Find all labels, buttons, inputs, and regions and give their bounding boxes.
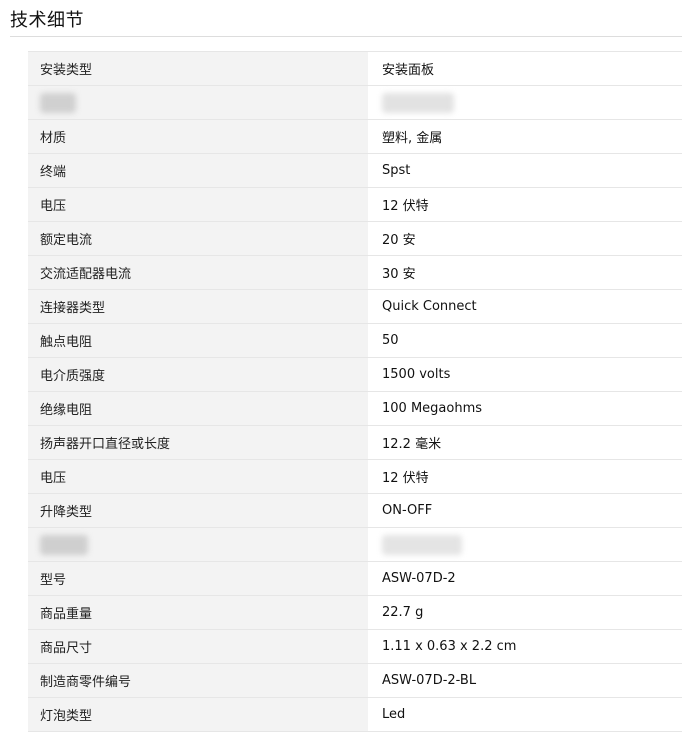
spec-key: 灯泡类型 bbox=[28, 697, 368, 732]
spec-value: 22.7 g bbox=[368, 595, 682, 630]
spec-key: 制造商零件编号 bbox=[28, 663, 368, 698]
spec-row: 电介质强度 1500 volts bbox=[28, 357, 682, 392]
spec-row: 电压 12 伏特 bbox=[28, 187, 682, 222]
spec-key: 绝缘电阻 bbox=[28, 391, 368, 426]
spec-key: 型号 bbox=[28, 561, 368, 596]
spec-value: 12.2 毫米 bbox=[368, 425, 682, 460]
blurred-text bbox=[40, 534, 88, 555]
spec-value: Spst bbox=[368, 153, 682, 188]
spec-value: 12 伏特 bbox=[368, 187, 682, 222]
spec-row: 材质 塑料, 金属 bbox=[28, 119, 682, 154]
blurred-text bbox=[382, 534, 462, 555]
spec-table: 安装类型 安装面板 材质 塑料, 金属 终端 Spst 电压 12 伏特 额定电… bbox=[28, 51, 682, 732]
spec-key: 安装类型 bbox=[28, 51, 368, 86]
spec-key: 触点电阻 bbox=[28, 323, 368, 358]
spec-row: 触点电阻 50 bbox=[28, 323, 682, 358]
spec-key: 商品尺寸 bbox=[28, 629, 368, 664]
section-title: 技术细节 bbox=[10, 10, 84, 31]
spec-value-redacted bbox=[368, 85, 682, 120]
spec-row: 安装类型 安装面板 bbox=[28, 51, 682, 86]
spec-row: 商品尺寸 1.11 x 0.63 x 2.2 cm bbox=[28, 629, 682, 664]
spec-key: 扬声器开口直径或长度 bbox=[28, 425, 368, 460]
spec-row-redacted bbox=[28, 85, 682, 120]
blurred-text bbox=[40, 92, 76, 113]
spec-row: 终端 Spst bbox=[28, 153, 682, 188]
spec-value: ON-OFF bbox=[368, 493, 682, 528]
spec-row: 额定电流 20 安 bbox=[28, 221, 682, 256]
spec-key: 连接器类型 bbox=[28, 289, 368, 324]
spec-key: 电介质强度 bbox=[28, 357, 368, 392]
spec-value: 安装面板 bbox=[368, 51, 682, 86]
spec-key: 交流适配器电流 bbox=[28, 255, 368, 290]
spec-key: 升降类型 bbox=[28, 493, 368, 528]
spec-key: 材质 bbox=[28, 119, 368, 154]
spec-row: 交流适配器电流 30 安 bbox=[28, 255, 682, 290]
spec-row: 商品重量 22.7 g bbox=[28, 595, 682, 630]
spec-row: 制造商零件编号 ASW-07D-2-BL bbox=[28, 663, 682, 698]
spec-key-redacted bbox=[28, 527, 368, 562]
spec-row: 灯泡类型 Led bbox=[28, 697, 682, 732]
spec-key: 电压 bbox=[28, 459, 368, 494]
spec-value: 50 bbox=[368, 323, 682, 358]
spec-row-redacted bbox=[28, 527, 682, 562]
spec-value: 30 安 bbox=[368, 255, 682, 290]
spec-key: 电压 bbox=[28, 187, 368, 222]
spec-row: 电压 12 伏特 bbox=[28, 459, 682, 494]
spec-row: 扬声器开口直径或长度 12.2 毫米 bbox=[28, 425, 682, 460]
spec-row: 绝缘电阻 100 Megaohms bbox=[28, 391, 682, 426]
spec-row: 升降类型 ON-OFF bbox=[28, 493, 682, 528]
spec-row: 型号 ASW-07D-2 bbox=[28, 561, 682, 596]
spec-value-redacted bbox=[368, 527, 682, 562]
spec-key: 终端 bbox=[28, 153, 368, 188]
spec-value: 20 安 bbox=[368, 221, 682, 256]
spec-value: ASW-07D-2 bbox=[368, 561, 682, 596]
spec-value: Led bbox=[368, 697, 682, 732]
spec-key: 商品重量 bbox=[28, 595, 368, 630]
spec-value: 1500 volts bbox=[368, 357, 682, 392]
title-divider bbox=[10, 36, 682, 37]
spec-value: Quick Connect bbox=[368, 289, 682, 324]
spec-value: 100 Megaohms bbox=[368, 391, 682, 426]
spec-value: 塑料, 金属 bbox=[368, 119, 682, 154]
spec-value: 12 伏特 bbox=[368, 459, 682, 494]
spec-value: ASW-07D-2-BL bbox=[368, 663, 682, 698]
spec-value: 1.11 x 0.63 x 2.2 cm bbox=[368, 629, 682, 664]
spec-row: 连接器类型 Quick Connect bbox=[28, 289, 682, 324]
blurred-text bbox=[382, 92, 454, 113]
spec-key: 额定电流 bbox=[28, 221, 368, 256]
spec-key-redacted bbox=[28, 85, 368, 120]
